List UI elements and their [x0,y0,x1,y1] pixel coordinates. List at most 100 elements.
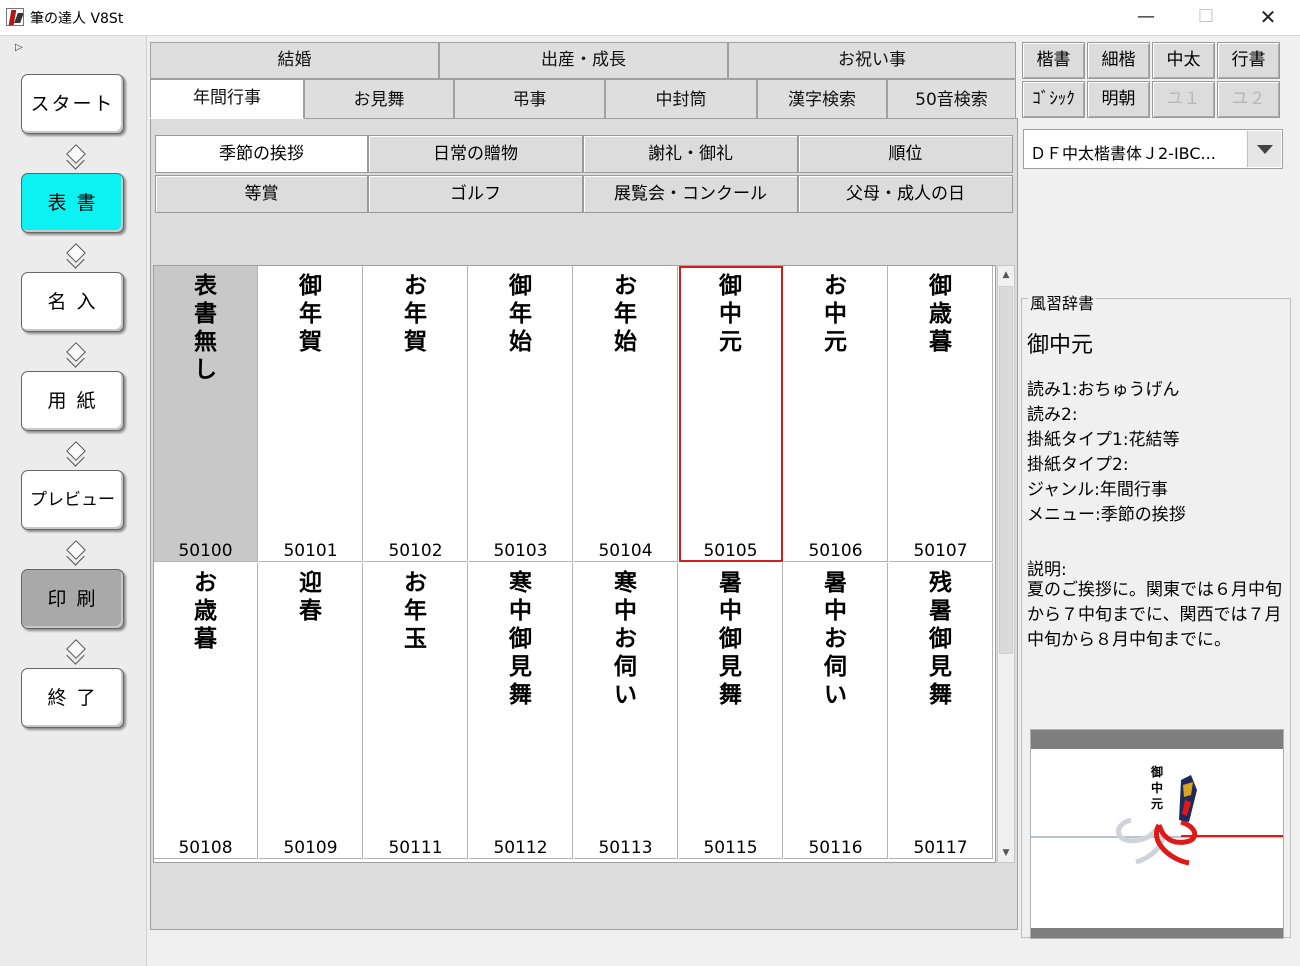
tab-condolence[interactable]: 弔事 [454,79,605,119]
grid-cell[interactable]: お年賀 50102 [364,266,468,562]
preview-omotegaki-text: 御中元 [1150,765,1163,811]
cell-code: 50106 [808,541,863,561]
tab-inner-envelope[interactable]: 中封筒 [605,79,757,119]
grid-cell[interactable]: お歳暮 50108 [154,563,258,859]
cell-code: 50109 [283,838,338,858]
grid-cell[interactable]: 残暑御見舞 50117 [889,563,993,859]
cell-code: 50102 [388,541,443,561]
wrapper-type-1: 掛紙タイプ1:花結等 [1027,430,1180,450]
grid-cell[interactable]: お中元 50106 [784,266,888,562]
subtab-prizes[interactable]: 等賞 [155,175,368,213]
exit-button[interactable]: 終 了 [21,668,124,728]
step-arrow-icon [64,543,86,563]
cell-text: お年始 [614,272,637,355]
subtab-daily-gifts[interactable]: 日常の贈物 [368,135,583,173]
cell-code: 50100 [178,541,233,561]
start-button[interactable]: スタート [21,74,124,134]
cell-code: 50108 [178,838,233,858]
cell-code: 50116 [808,838,863,858]
font-chubuto-button[interactable]: 中太 [1152,42,1215,79]
tab-get-well[interactable]: お見舞 [304,79,454,119]
cell-code: 50107 [913,541,968,561]
font-kaisho-button[interactable]: 楷書 [1022,42,1085,79]
cell-code: 50112 [493,838,548,858]
grid-cell[interactable]: 御年賀 50101 [259,266,363,562]
font-user1-button[interactable]: ユ１ [1152,81,1215,118]
font-gothic-button[interactable]: ｺﾞｼｯｸ [1022,81,1085,118]
font-gyosho-button[interactable]: 行書 [1217,42,1280,79]
mizuhiki-illustration [1031,775,1283,866]
cell-text: お年賀 [404,272,427,355]
subtab-seasonal-greetings[interactable]: 季節の挨拶 [155,135,368,173]
description-text: 夏のご挨拶に。関東では６月中旬から７中旬までに、関西では７月中旬から８月中旬まで… [1027,580,1282,650]
tab-annual-events[interactable]: 年間行事 [150,79,304,119]
cell-text: 寒中お伺い [614,569,637,708]
subtab-golf[interactable]: ゴルフ [368,175,583,213]
grid-cell[interactable]: お年始 50104 [574,266,678,562]
tab-celebration[interactable]: お祝い事 [728,42,1016,79]
cell-text: 迎春 [299,569,322,624]
genre: ジャンル:年間行事 [1027,480,1168,500]
tab-wedding[interactable]: 結婚 [150,42,439,79]
name-entry-button[interactable]: 名 入 [21,272,124,332]
grid-cell[interactable]: 表書無し 50100 [154,266,258,562]
subtab-exhibition-contest[interactable]: 展覧会・コンクール [583,175,798,213]
scroll-thumb[interactable] [999,286,1013,654]
window-title: 筆の達人 V8St [30,11,124,27]
grid-cell[interactable]: 迎春 50109 [259,563,363,859]
step-arrow-icon [64,444,86,464]
grid-cell[interactable]: 寒中お伺い 50113 [574,563,678,859]
scroll-down-icon[interactable]: ▼ [998,844,1014,862]
cell-code: 50103 [493,541,548,561]
grid-cell[interactable]: 暑中御見舞 50115 [679,563,783,859]
cell-text: お歳暮 [194,569,217,652]
cell-text: 表書無し [194,272,217,383]
omotegaki-button[interactable]: 表 書 [21,173,124,233]
cell-text: お中元 [824,272,847,355]
cell-text: 暑中お伺い [824,569,847,708]
step-arrow-icon [64,345,86,365]
reading-2: 読み2: [1027,405,1078,425]
cell-code: 50111 [388,838,443,858]
font-hosokai-button[interactable]: 細楷 [1087,42,1150,79]
cell-code: 50101 [283,541,338,561]
grid-cell[interactable]: 寒中御見舞 50112 [469,563,573,859]
dictionary-details: 読み1:おちゅうげん 読み2: 掛紙タイプ1:花結等 掛紙タイプ2: ジャンル:… [1027,378,1287,528]
grid-cell[interactable]: お年玉 50111 [364,563,468,859]
subtab-thanks[interactable]: 謝礼・御礼 [583,135,798,173]
tab-kana-search[interactable]: 50音検索 [887,79,1016,119]
grid-cell-selected[interactable]: 御中元 50105 [679,266,783,562]
grid-scrollbar[interactable]: ▲ ▼ [997,265,1015,863]
cell-text: 御年始 [509,272,532,355]
omotegaki-grid: 表書無し 50100 御年賀 50101 お年賀 50102 御年始 50103 お年始… [153,265,996,863]
font-mincho-button[interactable]: 明朝 [1087,81,1150,118]
grid-cell[interactable]: 暑中お伺い 50116 [784,563,888,859]
wrapper-type-2: 掛紙タイプ2: [1027,455,1129,475]
close-icon[interactable]: ✕ [1238,0,1298,34]
step-arrow-icon [64,147,86,167]
subtab-parents-coming-of-age[interactable]: 父母・成人の日 [798,175,1013,213]
cell-code: 50113 [598,838,653,858]
grid-cell[interactable]: 御歳暮 50107 [889,266,993,562]
description-label: 説明: [1027,560,1067,580]
font-select-dropdown[interactable]: ＤＦ中太楷書体Ｊ2-IBC... [1023,129,1283,169]
font-select-value: ＤＦ中太楷書体Ｊ2-IBC... [1030,144,1216,163]
print-button[interactable]: 印 刷 [21,569,124,629]
step-arrow-icon [64,246,86,266]
grid-cell[interactable]: 御年始 50103 [469,266,573,562]
scroll-up-icon[interactable]: ▲ [998,266,1014,284]
dictionary-word: 御中元 [1027,333,1094,358]
preview-button[interactable]: プレビュー [21,470,124,530]
cell-text: 御歳暮 [929,272,952,355]
maximize-icon[interactable]: ☐ [1176,0,1236,34]
tab-kanji-search[interactable]: 漢字検索 [757,79,887,119]
expand-marker-icon[interactable]: ▷ [15,42,23,53]
paper-button[interactable]: 用 紙 [21,371,124,431]
preview-frame-bottom [1031,928,1283,938]
tab-birth-growth[interactable]: 出産・成長 [439,42,728,79]
subtab-ranking[interactable]: 順位 [798,135,1013,173]
cell-code: 50117 [913,838,968,858]
chevron-down-icon[interactable] [1247,131,1281,167]
minimize-icon[interactable]: — [1116,0,1176,34]
font-user2-button[interactable]: ユ２ [1217,81,1280,118]
